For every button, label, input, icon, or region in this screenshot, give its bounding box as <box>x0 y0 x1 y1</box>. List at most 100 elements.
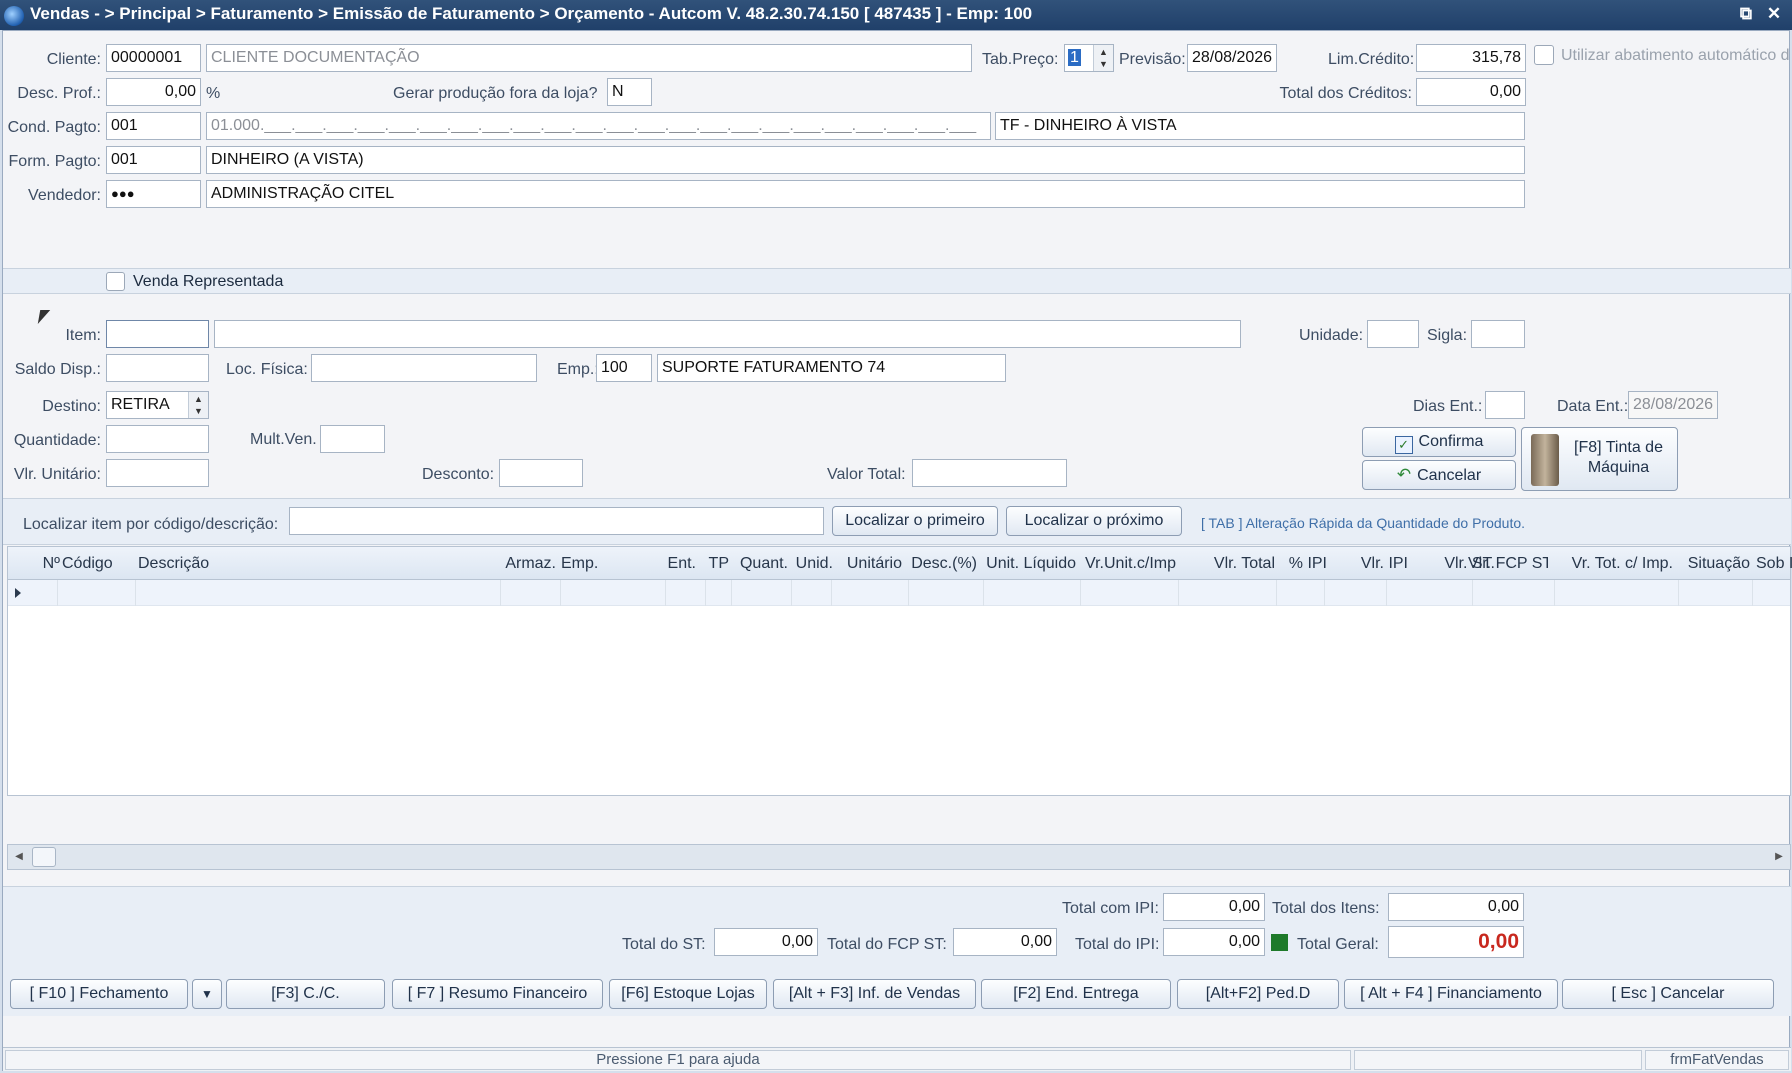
spinner-arrows-icon[interactable]: ▲ ▼ <box>1093 45 1113 71</box>
tinta-maquina-button[interactable]: [F8] Tinta de Máquina <box>1521 427 1678 491</box>
gerar-producao-field[interactable]: N <box>607 78 652 106</box>
data-ent-label: Data Ent.: <box>1557 398 1629 415</box>
venda-representada-checkbox[interactable] <box>106 272 125 291</box>
col-vr-tot-imp[interactable]: Vr. Tot. c/ Imp. <box>1553 547 1673 580</box>
data-ent-field[interactable]: 28/08/2026 <box>1628 391 1718 419</box>
dias-ent-field[interactable] <box>1485 391 1525 419</box>
total-st-field[interactable]: 0,00 <box>714 928 818 956</box>
col-vr-unit-imp[interactable]: Vr.Unit.c/Imp <box>1078 547 1176 580</box>
total-itens-field[interactable]: 0,00 <box>1388 893 1524 921</box>
mult-ven-field[interactable] <box>320 425 385 453</box>
col-num[interactable]: Nº <box>30 547 60 580</box>
col-unid[interactable]: Unid. <box>789 547 833 580</box>
vendedor-name-field[interactable]: ADMINISTRAÇÃO CITEL <box>206 180 1525 208</box>
cancelar-button[interactable]: [ Esc ] Cancelar <box>1562 979 1774 1009</box>
cliente-label: Cliente: <box>46 51 101 68</box>
col-vlr-fcp-st[interactable]: Vlr. FCP ST <box>1468 547 1548 580</box>
item-code-field[interactable] <box>106 320 209 348</box>
form-pagto-desc-field[interactable]: DINHEIRO (A VISTA) <box>206 146 1525 174</box>
cond-pagto-desc-field[interactable]: TF - DINHEIRO À VISTA <box>995 112 1525 140</box>
chevron-down-icon[interactable]: ▼ <box>192 979 222 1009</box>
chevron-updown-icon[interactable]: ▲ ▼ <box>188 392 208 418</box>
valor-total-field[interactable] <box>912 459 1067 487</box>
search-input[interactable] <box>289 507 824 535</box>
cond-pagto-mask-field[interactable]: 01.000.___.___.___.___.___.___.___.___._… <box>206 112 991 140</box>
cc-button[interactable]: [F3] C./C. <box>226 979 385 1009</box>
total-fcp-st-field[interactable]: 0,00 <box>953 928 1057 956</box>
cond-pagto-label: Cond. Pagto: <box>7 119 101 136</box>
col-emp[interactable]: Emp. <box>561 547 611 580</box>
destino-select[interactable]: RETIRA ▲ ▼ <box>106 391 209 419</box>
cliente-code-field[interactable]: 00000001 <box>106 44 201 72</box>
item-desc-field[interactable] <box>214 320 1241 348</box>
saldo-field[interactable] <box>106 354 209 382</box>
col-vlr-total[interactable]: Vlr. Total <box>1177 547 1275 580</box>
table-row[interactable] <box>8 580 1790 606</box>
col-sob[interactable]: Sob I <box>1756 547 1792 580</box>
title-bar: Vendas - > Principal > Faturamento > Emi… <box>0 0 1792 30</box>
close-icon[interactable]: ✕ <box>1762 2 1786 26</box>
col-ent[interactable]: Ent. <box>648 547 696 580</box>
col-pct-ipi[interactable]: % IPI <box>1277 547 1327 580</box>
total-fcp-st-label: Total do FCP ST: <box>827 936 947 953</box>
localizar-proximo-button[interactable]: Localizar o próximo <box>1006 506 1182 536</box>
sigla-field[interactable] <box>1471 320 1525 348</box>
mouse-cursor-icon <box>37 310 51 324</box>
horizontal-scrollbar[interactable]: ◀ ▶ <box>7 844 1791 870</box>
cond-pagto-code-field[interactable]: 001 <box>106 112 201 140</box>
col-armaz[interactable]: Armaz. <box>438 547 556 580</box>
col-vlr-ipi[interactable]: Vlr. IPI <box>1328 547 1408 580</box>
emp-label: Emp.: <box>557 361 599 378</box>
confirma-button[interactable]: ✓ Confirma <box>1362 427 1516 457</box>
unidade-field[interactable] <box>1367 320 1419 348</box>
financiamento-button[interactable]: [ Alt + F4 ] Financiamento <box>1344 979 1558 1009</box>
col-tp[interactable]: TP <box>705 547 729 580</box>
help-status: Pressione F1 para ajuda <box>5 1050 1351 1070</box>
total-ipi-field[interactable]: 0,00 <box>1163 928 1265 956</box>
desconto-field[interactable] <box>499 459 583 487</box>
localizar-primeiro-button[interactable]: Localizar o primeiro <box>832 506 998 536</box>
previsao-field[interactable]: 28/08/2026 <box>1187 44 1277 72</box>
lim-credito-field[interactable]: 315,78 <box>1416 44 1526 72</box>
fechamento-button[interactable]: [ F10 ] Fechamento <box>10 979 188 1009</box>
loc-fisica-field[interactable] <box>311 354 537 382</box>
vendedor-code-field[interactable]: ●●● <box>106 180 201 208</box>
col-unitario[interactable]: Unitário <box>834 547 902 580</box>
col-unit-liquido[interactable]: Unit. Líquido <box>978 547 1076 580</box>
quantidade-field[interactable] <box>106 425 209 453</box>
tab-preco-spinner[interactable]: 1 ▲ ▼ <box>1064 44 1114 72</box>
items-grid[interactable]: Nº Código Descrição Armaz. Emp. Ent. TP … <box>7 546 1792 796</box>
vlr-unitario-field[interactable] <box>106 459 209 487</box>
scroll-left-icon[interactable]: ◀ <box>10 848 28 866</box>
form-pagto-code-field[interactable]: 001 <box>106 146 201 174</box>
tab-preco-label: Tab.Preço: <box>982 51 1059 68</box>
emp-name-field[interactable]: SUPORTE FATURAMENTO 74 <box>657 354 1006 382</box>
inf-vendas-button[interactable]: [Alt + F3] Inf. de Vendas <box>773 979 976 1009</box>
col-desc-pct[interactable]: Desc.(%) <box>905 547 977 580</box>
window-title: Vendas - > Principal > Faturamento > Emi… <box>30 4 1033 23</box>
col-quant[interactable]: Quant. <box>728 547 788 580</box>
total-com-ipi-field[interactable]: 0,00 <box>1163 893 1265 921</box>
abatimento-label: Utilizar abatimento automático d <box>1561 47 1790 64</box>
col-descricao[interactable]: Descrição <box>138 547 438 580</box>
total-geral-field[interactable]: 0,00 <box>1388 926 1524 958</box>
col-situacao[interactable]: Situação <box>1680 547 1750 580</box>
total-geral-label: Total Geral: <box>1297 936 1379 953</box>
end-entrega-button[interactable]: [F2] End. Entrega <box>981 979 1171 1009</box>
cancelar-item-button[interactable]: ↶ Cancelar <box>1362 460 1516 490</box>
estoque-lojas-button[interactable]: [F6] Estoque Lojas <box>609 979 767 1009</box>
total-com-ipi-label: Total com IPI: <box>1062 900 1159 917</box>
col-codigo[interactable]: Código <box>62 547 122 580</box>
scroll-thumb[interactable] <box>32 847 56 867</box>
undo-icon: ↶ <box>1396 465 1412 484</box>
ped-d-button[interactable]: [Alt+F2] Ped.D <box>1177 979 1339 1009</box>
abatimento-checkbox[interactable] <box>1534 45 1554 65</box>
cliente-name-field[interactable]: CLIENTE DOCUMENTAÇÃO <box>206 44 972 72</box>
restore-icon[interactable]: ⧉ <box>1734 2 1758 26</box>
item-label: Item: <box>65 327 101 344</box>
total-creditos-field[interactable]: 0,00 <box>1416 78 1526 106</box>
scroll-right-icon[interactable]: ▶ <box>1770 848 1788 866</box>
desc-prof-field[interactable]: 0,00 <box>106 78 201 106</box>
emp-code-field[interactable]: 100 <box>596 354 652 382</box>
resumo-financeiro-button[interactable]: [ F7 ] Resumo Financeiro <box>392 979 603 1009</box>
